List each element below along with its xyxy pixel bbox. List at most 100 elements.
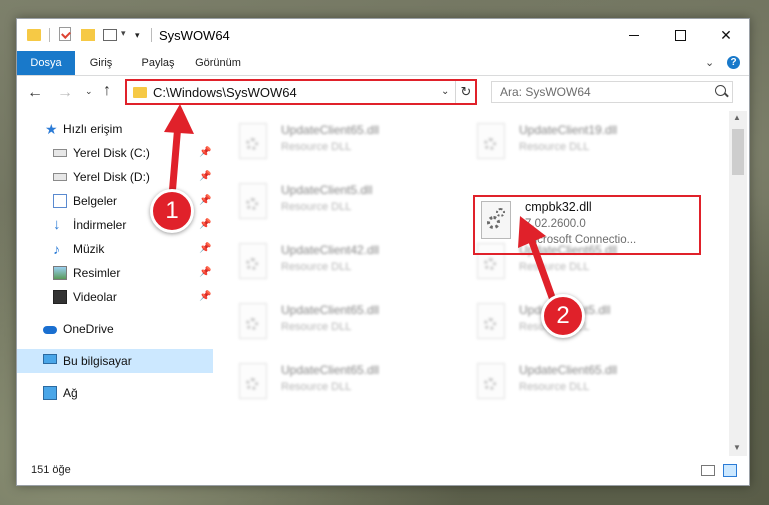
dll-file-icon bbox=[239, 183, 267, 219]
view-icon[interactable] bbox=[103, 29, 117, 41]
address-dropdown-icon[interactable]: ⌄ bbox=[441, 86, 449, 97]
sidebar-item-label: Resimler bbox=[73, 266, 121, 280]
back-button[interactable]: ← bbox=[27, 84, 43, 102]
file-item[interactable]: UpdateClient42.dll Resource DLL bbox=[217, 235, 447, 289]
details-view-icon[interactable] bbox=[701, 465, 715, 476]
folder-icon bbox=[27, 29, 41, 41]
file-item[interactable]: UpdateClient65.dll Resource DLL bbox=[217, 295, 447, 349]
pin-icon: 📌 bbox=[199, 219, 212, 230]
sidebar-item-label: Hızlı erişim bbox=[63, 122, 123, 136]
drive-icon bbox=[53, 173, 67, 181]
scroll-up-icon[interactable]: ▲ bbox=[733, 113, 741, 122]
sidebar-item-label: Videolar bbox=[73, 290, 117, 304]
dll-file-icon bbox=[239, 243, 267, 279]
file-description: Resource DLL bbox=[281, 321, 352, 333]
search-placeholder: Ara: SysWOW64 bbox=[500, 85, 591, 99]
tab-view[interactable]: Görünüm bbox=[191, 51, 245, 75]
maximize-button[interactable] bbox=[657, 19, 703, 51]
music-icon: ♪ bbox=[53, 241, 60, 257]
file-description: Resource DLL bbox=[519, 141, 590, 153]
file-list: UpdateClient65.dll Resource DLL UpdateCl… bbox=[217, 111, 729, 456]
file-item[interactable]: UpdateClient19.dll Resource DLL bbox=[455, 115, 685, 169]
network-icon bbox=[43, 386, 57, 400]
dll-file-icon bbox=[239, 303, 267, 339]
divider bbox=[49, 28, 50, 42]
star-icon: ★ bbox=[45, 121, 58, 137]
file-name: UpdateClient65.dll bbox=[519, 363, 618, 377]
quick-access-toolbar-dropdown[interactable]: ▾ bbox=[135, 30, 145, 40]
pictures-icon bbox=[53, 266, 67, 280]
title-bar: ▾ ▾ SysWOW64 ✕ bbox=[17, 19, 749, 51]
refresh-button[interactable]: ↻ bbox=[455, 81, 476, 103]
step-2-badge: 2 bbox=[541, 294, 585, 338]
sidebar-item-local-disk-d[interactable]: Yerel Disk (D:) 📌 bbox=[17, 165, 213, 189]
file-description: Resource DLL bbox=[281, 201, 352, 213]
new-folder-icon[interactable] bbox=[81, 29, 95, 41]
search-input[interactable]: Ara: SysWOW64 bbox=[491, 81, 733, 103]
file-name: UpdateClient65.dll bbox=[281, 123, 380, 137]
dll-file-icon bbox=[477, 303, 505, 339]
forward-button[interactable]: → bbox=[57, 84, 73, 102]
pin-icon: 📌 bbox=[199, 195, 212, 206]
file-name: UpdateClient5.dll bbox=[281, 183, 373, 197]
drive-icon bbox=[53, 149, 67, 157]
pin-icon: 📌 bbox=[199, 291, 212, 302]
scroll-thumb[interactable] bbox=[732, 129, 744, 175]
sidebar-item-label: OneDrive bbox=[63, 322, 114, 336]
sidebar-item-onedrive[interactable]: OneDrive bbox=[17, 317, 213, 341]
pin-icon: 📌 bbox=[199, 267, 212, 278]
file-name: UpdateClient42.dll bbox=[281, 243, 380, 257]
tiles-view-icon[interactable] bbox=[723, 464, 737, 477]
sidebar-item-network[interactable]: Ağ bbox=[17, 381, 213, 405]
file-description: Resource DLL bbox=[519, 381, 590, 393]
help-icon[interactable]: ? bbox=[727, 56, 740, 69]
close-button[interactable]: ✕ bbox=[703, 19, 749, 51]
scroll-down-icon[interactable]: ▼ bbox=[733, 443, 741, 452]
downloads-icon: ↓ bbox=[53, 216, 61, 233]
tab-home[interactable]: Giriş bbox=[83, 51, 119, 75]
file-item[interactable]: UpdateClient65.dll Resource DLL bbox=[455, 355, 685, 409]
search-icon[interactable] bbox=[715, 85, 726, 96]
sidebar-item-label: Yerel Disk (D:) bbox=[73, 170, 150, 184]
expand-ribbon-icon[interactable]: ⌄ bbox=[705, 56, 714, 69]
file-description: Resource DLL bbox=[519, 261, 590, 273]
properties-icon[interactable] bbox=[59, 27, 71, 41]
close-icon: ✕ bbox=[720, 26, 732, 43]
sidebar-item-pictures[interactable]: Resimler 📌 bbox=[17, 261, 213, 285]
file-item[interactable]: UpdateClient65.dll Resource DLL bbox=[217, 115, 447, 169]
sidebar-item-this-pc[interactable]: Bu bilgisayar bbox=[17, 349, 213, 373]
up-button[interactable]: ↑ bbox=[103, 82, 111, 100]
chevron-down-icon[interactable]: ▾ bbox=[121, 28, 126, 44]
tab-file[interactable]: Dosya bbox=[17, 51, 75, 75]
sidebar-item-label: Müzik bbox=[73, 242, 105, 256]
vertical-scrollbar[interactable]: ▲ ▼ bbox=[729, 111, 747, 456]
dll-file-icon bbox=[239, 363, 267, 399]
pin-icon: 📌 bbox=[199, 147, 212, 158]
target-file-highlight[interactable] bbox=[473, 195, 701, 255]
file-description: Resource DLL bbox=[281, 141, 352, 153]
navigation-bar: ← → ⌄ ↑ C:\Windows\SysWOW64 ⌄ ↻ Ara: Sys… bbox=[17, 76, 749, 110]
sidebar-item-music[interactable]: ♪ Müzik 📌 bbox=[17, 237, 213, 261]
address-path[interactable]: C:\Windows\SysWOW64 bbox=[153, 85, 297, 100]
file-name: UpdateClient65.dll bbox=[281, 363, 380, 377]
step-1-badge: 1 bbox=[150, 189, 194, 233]
minimize-button[interactable] bbox=[611, 19, 657, 51]
navigation-pane: ★ Hızlı erişim Yerel Disk (C:) 📌 Yerel D… bbox=[17, 111, 213, 456]
tab-share[interactable]: Paylaş bbox=[139, 51, 177, 75]
sidebar-item-quick-access[interactable]: ★ Hızlı erişim bbox=[17, 117, 213, 141]
sidebar-item-label: Yerel Disk (C:) bbox=[73, 146, 150, 160]
file-item[interactable]: UpdateClient5.dll Resource DLL bbox=[217, 175, 447, 229]
file-name: UpdateClient65.dll bbox=[281, 303, 380, 317]
sidebar-item-local-disk-c[interactable]: Yerel Disk (C:) 📌 bbox=[17, 141, 213, 165]
sidebar-item-label: Ağ bbox=[63, 386, 78, 400]
status-bar: 151 öğe bbox=[17, 459, 749, 483]
pin-icon: 📌 bbox=[199, 243, 212, 254]
maximize-icon bbox=[674, 29, 686, 41]
sidebar-item-videos[interactable]: Videolar 📌 bbox=[17, 285, 213, 309]
recent-locations-button[interactable]: ⌄ bbox=[85, 86, 93, 97]
folder-icon bbox=[133, 87, 147, 98]
file-explorer-window: ▾ ▾ SysWOW64 ✕ Dosya Giriş Paylaş Görünü… bbox=[16, 18, 750, 486]
dll-file-icon bbox=[239, 123, 267, 159]
file-item[interactable]: UpdateClient65.dll Resource DLL bbox=[217, 355, 447, 409]
address-bar[interactable]: C:\Windows\SysWOW64 ⌄ ↻ bbox=[125, 79, 477, 105]
